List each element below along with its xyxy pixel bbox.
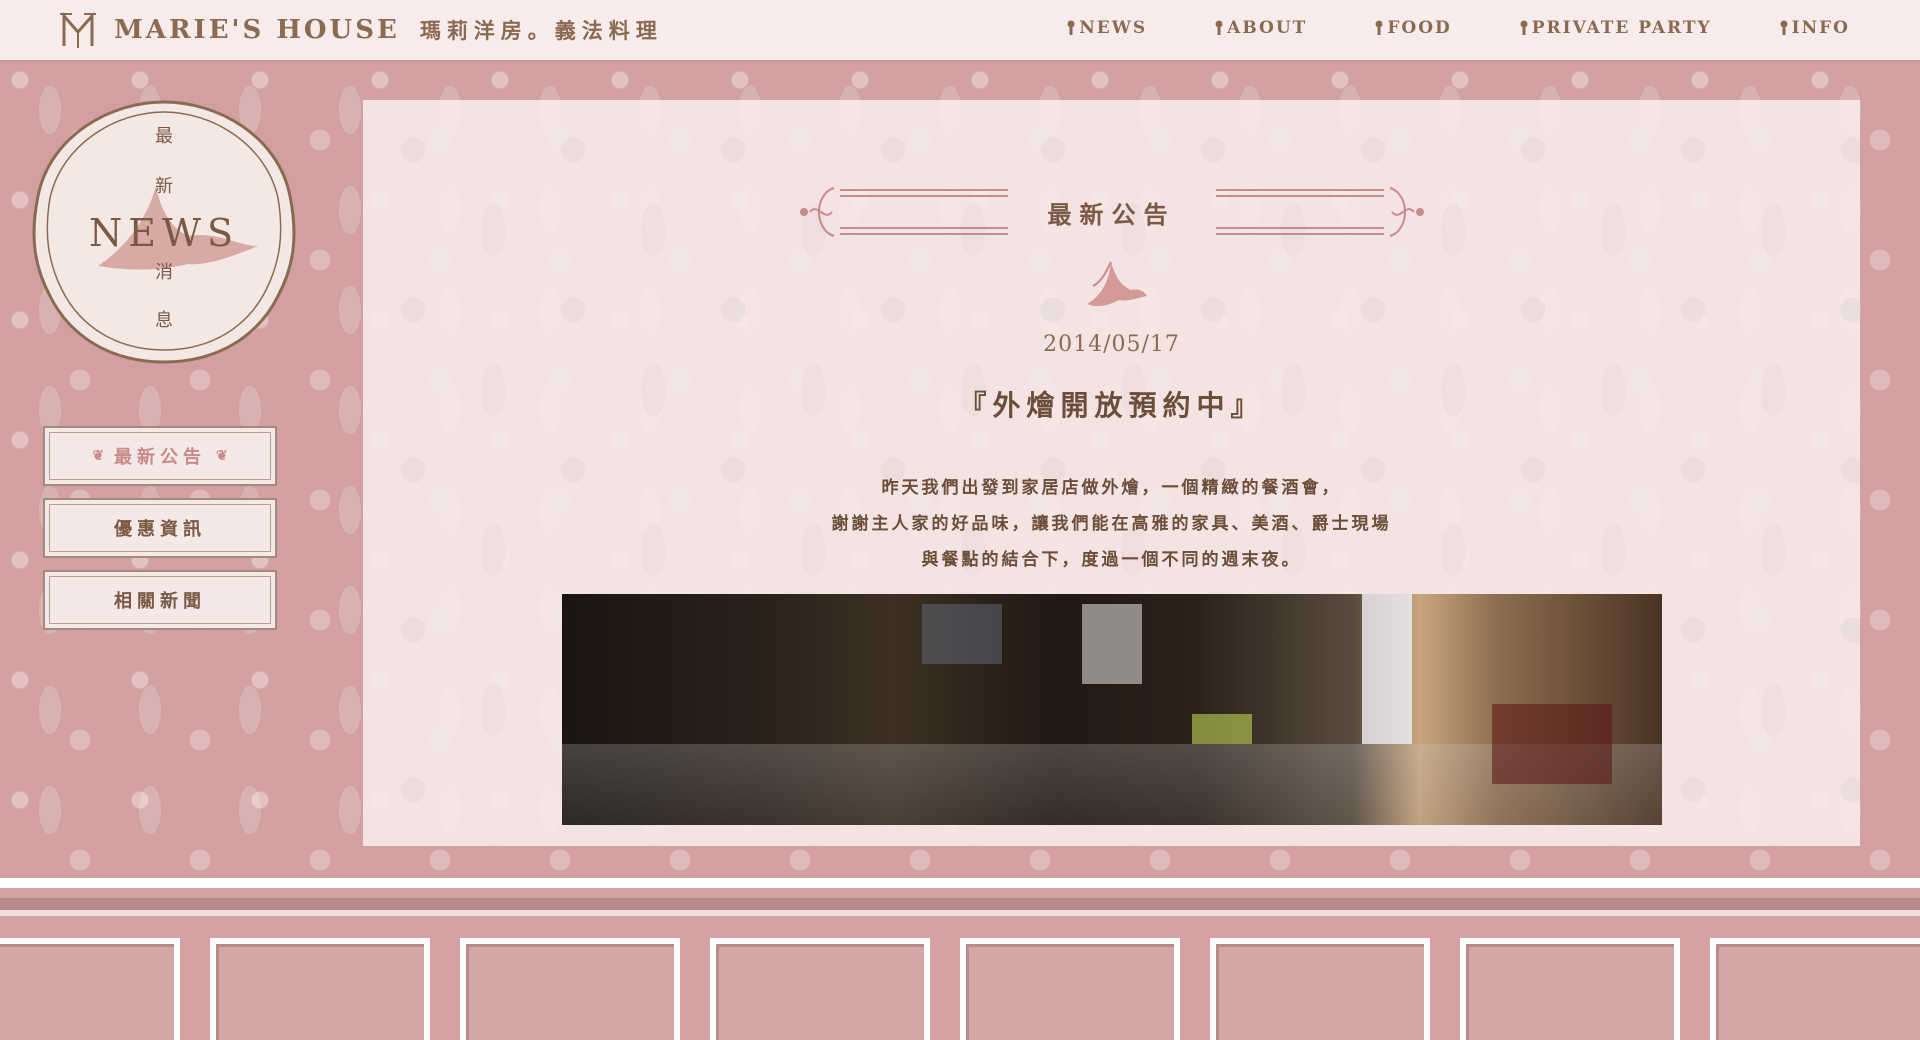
- emblem-char-4: 息: [155, 310, 173, 331]
- sidebar-item-related-news[interactable]: 相關新聞: [43, 570, 277, 630]
- keyhole-icon: [1067, 20, 1075, 35]
- sidebar-item-label: 相關新聞: [114, 591, 206, 612]
- nav-private-party-label: PRIVATE PARTY: [1531, 18, 1712, 38]
- section-heading-row: 最新公告: [363, 184, 1860, 240]
- article-line: 謝謝主人家的好品味，讓我們能在高雅的家具、美酒、爵士現場: [831, 514, 1392, 534]
- nav-info[interactable]: INFO: [1780, 18, 1850, 38]
- sidebar-item-label: 最新公告: [114, 447, 206, 468]
- top-navigation-bar: MARIE'S HOUSE 瑪莉洋房。義法料理 NEWS ABOUT FOOD …: [0, 0, 1920, 60]
- sidebar-item-label: 優惠資訊: [114, 519, 206, 540]
- nav-info-label: INFO: [1791, 18, 1850, 38]
- swallow-icon: [1087, 261, 1147, 307]
- nav-food[interactable]: FOOD: [1375, 18, 1451, 38]
- emblem-char-2: 新: [155, 176, 173, 197]
- ornament-right-icon: [1215, 187, 1424, 237]
- keyhole-icon: [1520, 20, 1528, 35]
- keyhole-icon: [1375, 20, 1383, 35]
- ornament-left-icon: ❦: [92, 448, 104, 464]
- logo-subtitle: 瑪莉洋房。義法料理: [419, 18, 663, 43]
- article-title: 『外燴開放預約中』: [958, 389, 1265, 422]
- content-panel: 最新公告 2014/05/17 『外燴開放預約中』 昨天我們出發到家居店做外燴，…: [363, 100, 1860, 846]
- sidebar-item-promotions[interactable]: 優惠資訊: [43, 498, 277, 558]
- article-date: 2014/05/17: [1043, 332, 1180, 357]
- logo-text: MARIE'S HOUSE: [114, 15, 400, 45]
- m-monogram-icon: [60, 12, 96, 48]
- wainscot-panel: [0, 878, 1920, 1040]
- news-emblem: 最 新 NEWS 消 息: [32, 100, 296, 364]
- section-heading: 最新公告: [1047, 199, 1176, 229]
- emblem-char-1: 最: [155, 126, 173, 147]
- article-line: 與餐點的結合下，度過一個不同的週末夜。: [921, 550, 1302, 570]
- nav-news-label: NEWS: [1079, 18, 1148, 38]
- nav-private-party[interactable]: PRIVATE PARTY: [1520, 18, 1712, 38]
- sidebar-item-latest-news[interactable]: ❦ 最新公告 ❦: [43, 426, 277, 486]
- main-nav: NEWS ABOUT FOOD PRIVATE PARTY INFO: [1067, 18, 1850, 38]
- emblem-char-3: 消: [155, 262, 173, 283]
- nav-about-label: ABOUT: [1227, 18, 1308, 38]
- nav-about[interactable]: ABOUT: [1215, 18, 1307, 38]
- ornament-right-icon: ❦: [216, 448, 228, 464]
- keyhole-icon: [1780, 20, 1788, 35]
- nav-food-label: FOOD: [1387, 18, 1452, 38]
- site-logo[interactable]: MARIE'S HOUSE 瑪莉洋房。義法料理: [58, 10, 663, 50]
- article-body: 昨天我們出發到家居店做外燴，一個精緻的餐酒會， 謝謝主人家的好品味，讓我們能在高…: [363, 470, 1860, 578]
- keyhole-icon: [1215, 20, 1223, 35]
- emblem-title: NEWS: [89, 211, 239, 255]
- nav-news[interactable]: NEWS: [1067, 18, 1147, 38]
- event-photo: [562, 594, 1662, 825]
- article-line: 昨天我們出發到家居店做外燴，一個精緻的餐酒會，: [881, 478, 1342, 498]
- ornament-left-icon: [799, 187, 1008, 237]
